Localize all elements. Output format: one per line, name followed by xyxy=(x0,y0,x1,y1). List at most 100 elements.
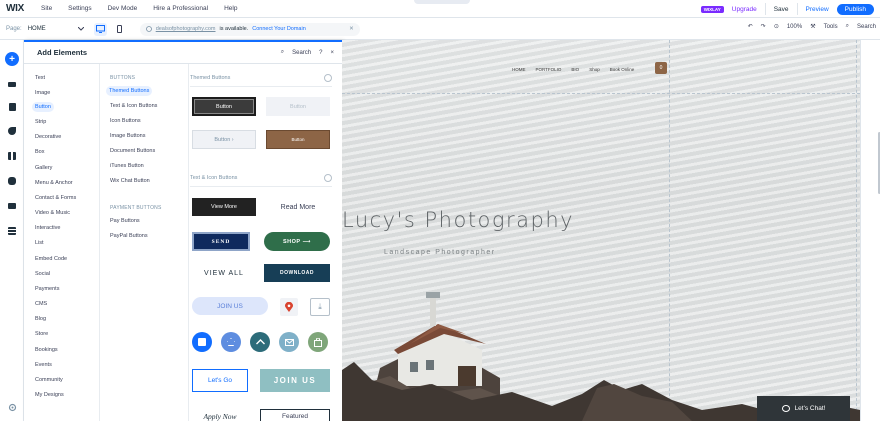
subcategory-image-buttons[interactable]: Image Buttons xyxy=(110,131,145,141)
menu-item-site[interactable]: Site xyxy=(41,5,52,12)
business-icon[interactable] xyxy=(5,174,19,188)
subcategory-pay-buttons[interactable]: Pay Buttons xyxy=(110,216,140,226)
subcategory-document-buttons[interactable]: Document Buttons xyxy=(110,146,155,156)
preview-view-more[interactable]: View More xyxy=(192,198,256,216)
category-embed-code[interactable]: Embed Code xyxy=(35,254,67,264)
redo-icon[interactable]: ↷ xyxy=(761,23,766,30)
category-community[interactable]: Community xyxy=(35,375,63,385)
preview-read-more[interactable]: Read More xyxy=(266,198,330,216)
desktop-view-button[interactable] xyxy=(93,22,107,36)
nav-bio[interactable]: BIO xyxy=(571,67,579,72)
category-my-designs[interactable]: My Designs xyxy=(35,390,64,400)
url-bar[interactable]: dealsofphotography.com is available. Con… xyxy=(139,22,360,36)
preview-view-all[interactable]: VIEW ALL xyxy=(192,264,256,282)
category-events[interactable]: Events xyxy=(35,360,52,370)
search-button[interactable]: Search xyxy=(857,24,876,30)
category-decorative[interactable]: Decorative xyxy=(35,132,61,142)
save-button[interactable]: Save xyxy=(774,6,789,13)
panel-search-button[interactable]: Search xyxy=(292,50,311,56)
nav-shop[interactable]: Shop xyxy=(589,67,600,72)
preview-shop[interactable]: SHOP ⟶ xyxy=(264,232,330,251)
design-icon[interactable] xyxy=(5,124,19,138)
site-title[interactable]: Lucy's Photography xyxy=(342,208,574,232)
page-select[interactable]: HOME xyxy=(28,23,84,35)
preview-button-brown[interactable]: Button xyxy=(266,130,330,149)
menu-item-dev-mode[interactable]: Dev Mode xyxy=(108,5,138,12)
cms-icon[interactable] xyxy=(5,224,19,238)
category-blog[interactable]: Blog xyxy=(35,314,46,324)
nav-home[interactable]: HOME xyxy=(512,67,526,72)
preview-home-circle[interactable] xyxy=(221,332,241,352)
media-icon[interactable] xyxy=(5,199,19,213)
preview-apply-now[interactable]: Apply Now xyxy=(192,409,248,421)
category-text[interactable]: Text xyxy=(35,73,45,83)
publish-button[interactable]: Publish xyxy=(836,3,874,15)
preview-lets-go[interactable]: Let's Go xyxy=(192,369,248,392)
undo-icon[interactable]: ↶ xyxy=(748,23,753,30)
category-interactive[interactable]: Interactive xyxy=(35,223,60,233)
category-list[interactable]: List xyxy=(35,238,44,248)
preview-download-icon-button[interactable]: ⤓ xyxy=(310,298,330,316)
preview-document-circle[interactable] xyxy=(192,332,212,352)
subcategory-icon-buttons[interactable]: Icon Buttons xyxy=(110,116,141,126)
nav-portfolio[interactable]: PORTFOLIO xyxy=(536,67,562,72)
theme-icon[interactable] xyxy=(324,74,332,82)
mobile-view-button[interactable] xyxy=(113,23,126,36)
category-box[interactable]: Box xyxy=(35,147,44,157)
search-icon[interactable]: ⌕ xyxy=(846,23,849,30)
info-icon[interactable] xyxy=(324,174,332,182)
cart-icon[interactable]: 0 xyxy=(655,62,667,74)
category-button[interactable]: Button xyxy=(32,102,54,112)
category-strip[interactable]: Strip xyxy=(35,117,46,127)
zoom-level[interactable]: 100% xyxy=(787,24,802,30)
category-payments[interactable]: Payments xyxy=(35,284,59,294)
preview-button[interactable]: Preview xyxy=(806,6,829,13)
add-section-icon[interactable] xyxy=(5,77,19,91)
help-icon[interactable]: ? xyxy=(319,50,322,56)
tools-icon[interactable]: ⚒ xyxy=(810,23,815,30)
preview-chevron-up-circle[interactable] xyxy=(250,332,270,352)
settings-gear-icon[interactable] xyxy=(5,400,19,414)
chat-widget-button[interactable]: Let's Chat! xyxy=(757,396,850,421)
category-menu-anchor[interactable]: Menu & Anchor xyxy=(35,178,73,188)
add-elements-icon[interactable]: + xyxy=(5,52,19,66)
site-canvas[interactable]: HOME PORTFOLIO BIO Shop Book Online 0 Lu… xyxy=(342,40,860,421)
preview-button-light[interactable]: Button xyxy=(266,97,330,116)
subcategory-themed-buttons[interactable]: Themed Buttons xyxy=(106,86,153,96)
site-subtitle[interactable]: Landscape Photographer xyxy=(384,249,496,256)
subcategory-itunes-button[interactable]: iTunes Button xyxy=(110,161,144,171)
category-image[interactable]: Image xyxy=(35,88,50,98)
apps-icon[interactable] xyxy=(5,149,19,163)
tools-button[interactable]: Tools xyxy=(824,24,838,30)
menu-item-hire-professional[interactable]: Hire a Professional xyxy=(153,5,208,12)
preview-button-dark[interactable]: Button xyxy=(192,97,256,116)
upgrade-button[interactable]: Upgrade xyxy=(732,6,757,13)
menu-item-help[interactable]: Help xyxy=(224,5,237,12)
top-pull-tab[interactable] xyxy=(414,0,470,4)
preview-featured[interactable]: Featured xyxy=(260,409,330,421)
preview-join-us-pattern[interactable]: JOIN US xyxy=(260,369,330,392)
menu-item-settings[interactable]: Settings xyxy=(68,5,92,12)
preview-location-button[interactable] xyxy=(280,298,298,316)
close-icon[interactable]: ✕ xyxy=(349,26,354,32)
preview-mail-circle[interactable] xyxy=(279,332,299,352)
nav-book-online[interactable]: Book Online xyxy=(610,67,635,72)
close-icon[interactable]: × xyxy=(330,50,334,56)
category-social[interactable]: Social xyxy=(35,269,50,279)
preview-join-us[interactable]: JOIN US xyxy=(192,297,268,315)
pages-icon[interactable] xyxy=(5,100,19,114)
category-gallery[interactable]: Gallery xyxy=(35,163,52,173)
category-cms[interactable]: CMS xyxy=(35,299,47,309)
search-icon[interactable]: ⌕ xyxy=(281,49,284,56)
subcategory-text-icon-buttons[interactable]: Text & Icon Buttons xyxy=(110,101,157,111)
preview-download[interactable]: DOWNLOAD xyxy=(264,264,330,282)
subcategory-paypal-buttons[interactable]: PayPal Buttons xyxy=(110,231,148,241)
category-contact-forms[interactable]: Contact & Forms xyxy=(35,193,76,203)
preview-send[interactable]: SEND xyxy=(192,232,250,251)
subcategory-wix-chat-button[interactable]: Wix Chat Button xyxy=(110,176,150,186)
connect-domain-link[interactable]: Connect Your Domain xyxy=(252,26,306,32)
preview-button-arrow[interactable]: Button › xyxy=(192,130,256,149)
category-video-music[interactable]: Video & Music xyxy=(35,208,70,218)
zoom-icon[interactable]: ⊙ xyxy=(774,23,779,30)
category-store[interactable]: Store xyxy=(35,329,48,339)
